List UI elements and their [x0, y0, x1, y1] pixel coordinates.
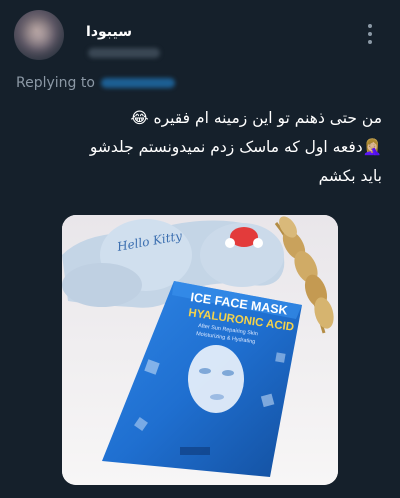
tweet-header: سیبودا [0, 0, 400, 70]
author-avatar[interactable] [14, 10, 64, 60]
face-mask-photo: Hello Kitty ICE FACE MASK HYALURONIC ACI… [62, 215, 338, 485]
tweet-photo[interactable]: Hello Kitty ICE FACE MASK HYALURONIC ACI… [62, 215, 338, 485]
tweet-text: من حتی ذهنم تو این زمینه ام فقیره 😂 🤦🏼‍♀… [12, 104, 382, 191]
tweet-text-line: باید بکشم [318, 167, 382, 185]
tweet-text-line: 🤦🏼‍♀️دفعه اول که ماسک زدم نمیدونستم جلدش… [89, 138, 382, 156]
replying-to-line: Replying to [16, 72, 175, 94]
avatar-image-blurred [22, 16, 56, 54]
author-display-name[interactable]: سیبودا [86, 24, 132, 40]
more-options-icon[interactable] [362, 24, 378, 44]
author-handle-blurred[interactable] [88, 48, 160, 58]
replying-to-handle-blurred[interactable] [100, 78, 175, 88]
tweet-text-line: من حتی ذهنم تو این زمینه ام فقیره 😂 [130, 109, 382, 127]
replying-to-label: Replying to [16, 75, 95, 91]
